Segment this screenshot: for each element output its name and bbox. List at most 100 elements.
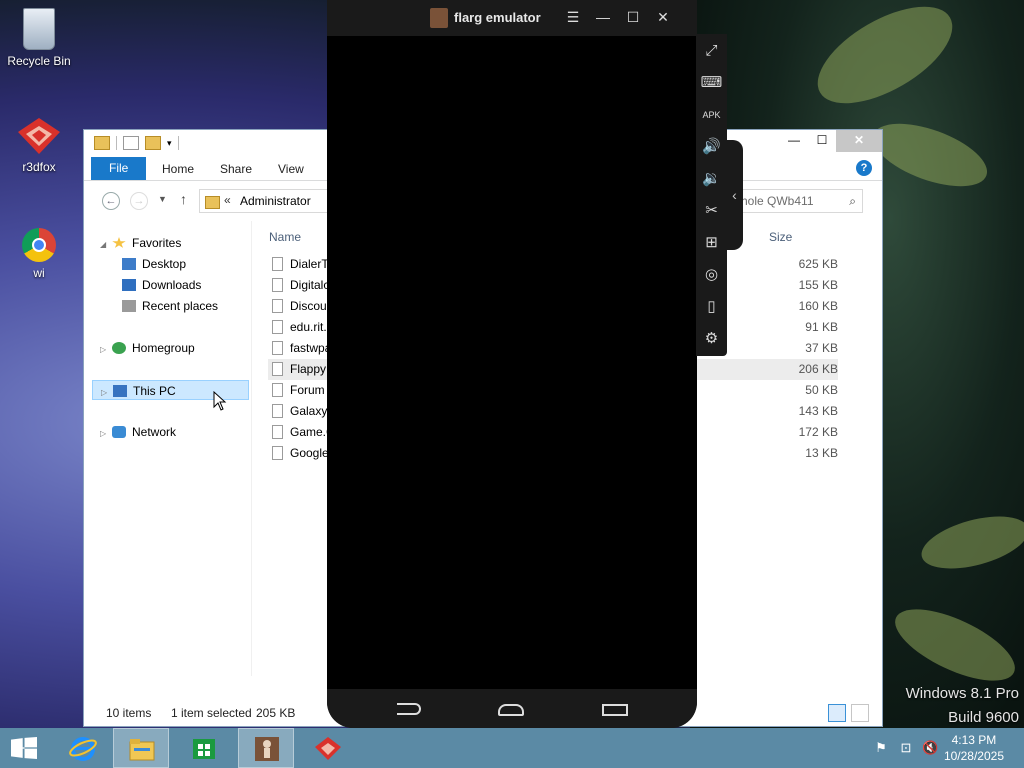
large-icons-view-icon[interactable] <box>851 704 869 722</box>
close-button[interactable]: ✕ <box>653 9 673 26</box>
file-name: Galaxy- <box>290 404 332 418</box>
close-button[interactable]: ✕ <box>836 130 882 152</box>
taskbar-internet-explorer[interactable] <box>55 728 111 768</box>
file-size: 172 KB <box>798 425 838 439</box>
expanded-arrow-icon[interactable]: ◢ <box>100 235 112 255</box>
shake-icon[interactable]: ▯ <box>700 296 723 318</box>
properties-icon[interactable] <box>123 136 139 150</box>
up-arrow-icon[interactable]: ↑ <box>180 191 187 207</box>
breadcrumb-administrator[interactable]: Administrator <box>240 194 311 208</box>
collapsed-arrow-icon[interactable]: ▷ <box>101 383 113 403</box>
column-header-name[interactable]: Name <box>269 230 301 244</box>
file-icon <box>272 404 283 418</box>
window-controls: — ☐ ✕ <box>780 130 882 152</box>
taskbar-r3dfox[interactable] <box>300 728 356 768</box>
status-item-count: 10 items <box>106 706 152 720</box>
file-size: 13 KB <box>805 446 838 460</box>
emulator-title: flarg emulator <box>454 10 541 25</box>
nav-homegroup[interactable]: ▷ Homegroup <box>100 338 195 358</box>
recent-apps-key-icon[interactable] <box>602 704 628 716</box>
emulator-logo-icon <box>430 8 448 28</box>
r3dfox-icon <box>16 116 62 156</box>
nav-network[interactable]: ▷ Network <box>100 422 176 442</box>
desktop-icon-label: wi <box>33 266 45 280</box>
minimize-button[interactable]: — <box>593 9 613 25</box>
help-icon[interactable]: ? <box>856 160 872 176</box>
forward-button[interactable]: → <box>130 192 148 210</box>
desktop-icon-chrome[interactable]: wi <box>4 228 74 280</box>
navigation-pane: ◢ Favorites Desktop Downloads Recent plac… <box>84 221 251 681</box>
collapsed-arrow-icon[interactable]: ▷ <box>100 340 112 360</box>
recent-locations-chevron-icon[interactable]: ▼ <box>158 194 167 204</box>
taskbar-flarg-emulator[interactable] <box>238 728 294 768</box>
internet-explorer-icon <box>69 737 97 761</box>
apk-icon[interactable]: APK <box>700 104 723 126</box>
nav-label: Network <box>132 425 177 439</box>
collapsed-arrow-icon[interactable]: ▷ <box>100 424 112 444</box>
volume-muted-icon[interactable]: 🔇 <box>922 740 938 756</box>
chrome-icon <box>22 228 56 262</box>
taskbar-clock[interactable]: 4:13 PM 10/28/2025 <box>944 732 1004 764</box>
wallpaper-tentacle <box>916 506 1024 579</box>
folder-icon <box>129 739 155 761</box>
status-selected: 1 item selected <box>171 706 252 720</box>
volume-up-icon[interactable]: 🔊 <box>700 136 723 158</box>
add-window-icon[interactable]: ⊞ <box>700 232 723 254</box>
nav-recent-places[interactable]: Recent places <box>122 296 218 316</box>
network-tray-icon[interactable]: ⊡ <box>898 740 914 756</box>
settings-icon[interactable]: ⚙ <box>700 328 723 350</box>
nav-downloads[interactable]: Downloads <box>122 275 201 295</box>
file-name: Digitalc <box>290 278 330 292</box>
location-icon[interactable]: ◎ <box>700 264 723 286</box>
file-name: Forum <box>290 383 325 397</box>
tab-share[interactable]: Share <box>206 159 266 180</box>
column-header-size[interactable]: Size <box>769 230 792 244</box>
maximize-button[interactable]: ☐ <box>623 9 643 26</box>
store-icon <box>193 739 215 759</box>
desktop-icon-r3dfox[interactable]: r3dfox <box>4 116 74 174</box>
menu-icon[interactable]: ☰ <box>563 9 583 26</box>
search-input[interactable]: hole QWb411 ⌕ <box>735 189 863 213</box>
file-icon <box>272 299 283 313</box>
back-button[interactable]: ← <box>102 192 120 210</box>
taskbar-file-explorer[interactable] <box>113 728 169 768</box>
taskbar-store[interactable] <box>176 728 232 768</box>
nav-label: Desktop <box>142 257 187 271</box>
nav-label: Favorites <box>132 236 182 250</box>
file-size: 160 KB <box>798 299 838 313</box>
desktop-icon-recycle-bin[interactable]: Recycle Bin <box>4 8 74 68</box>
recent-places-icon <box>122 300 136 312</box>
home-key-icon[interactable] <box>498 704 524 716</box>
nav-desktop[interactable]: Desktop <box>122 254 186 274</box>
search-placeholder: hole QWb411 <box>741 194 814 208</box>
maximize-button[interactable]: ☐ <box>808 130 836 152</box>
scissors-icon[interactable]: ✂ <box>700 200 723 222</box>
pane-divider[interactable] <box>251 221 252 676</box>
emulator-app-icon <box>255 737 279 761</box>
tab-home[interactable]: Home <box>148 159 208 180</box>
start-button[interactable] <box>0 728 50 768</box>
new-folder-icon[interactable] <box>145 136 161 150</box>
nav-favorites[interactable]: ◢ Favorites <box>100 233 181 253</box>
breadcrumb-overflow[interactable]: « <box>224 193 231 207</box>
file-name: fastwpa <box>290 341 332 355</box>
search-icon[interactable]: ⌕ <box>849 194 856 209</box>
volume-down-icon[interactable]: 🔉 <box>700 168 723 190</box>
file-size: 37 KB <box>805 341 838 355</box>
tab-view[interactable]: View <box>264 159 318 180</box>
tab-file[interactable]: File <box>91 157 147 180</box>
nav-label: Recent places <box>142 299 219 313</box>
chevron-down-icon[interactable]: ▾ <box>167 138 172 149</box>
file-name: edu.rit. <box>290 320 327 334</box>
r3dfox-icon <box>315 737 341 760</box>
action-center-flag-icon[interactable]: ⚑ <box>873 740 889 756</box>
keyboard-icon[interactable]: ⌨ <box>700 72 723 94</box>
details-view-icon[interactable] <box>828 704 846 722</box>
fullscreen-icon[interactable]: ⤢ <box>700 40 723 62</box>
clock-time: 4:13 PM <box>951 733 997 747</box>
minimize-button[interactable]: — <box>780 130 808 152</box>
back-key-icon[interactable] <box>397 703 421 715</box>
emulator-screen[interactable] <box>327 36 697 689</box>
windows-logo-icon <box>11 737 37 759</box>
collapse-toolbar-chevron-icon[interactable]: ‹ <box>726 140 743 250</box>
